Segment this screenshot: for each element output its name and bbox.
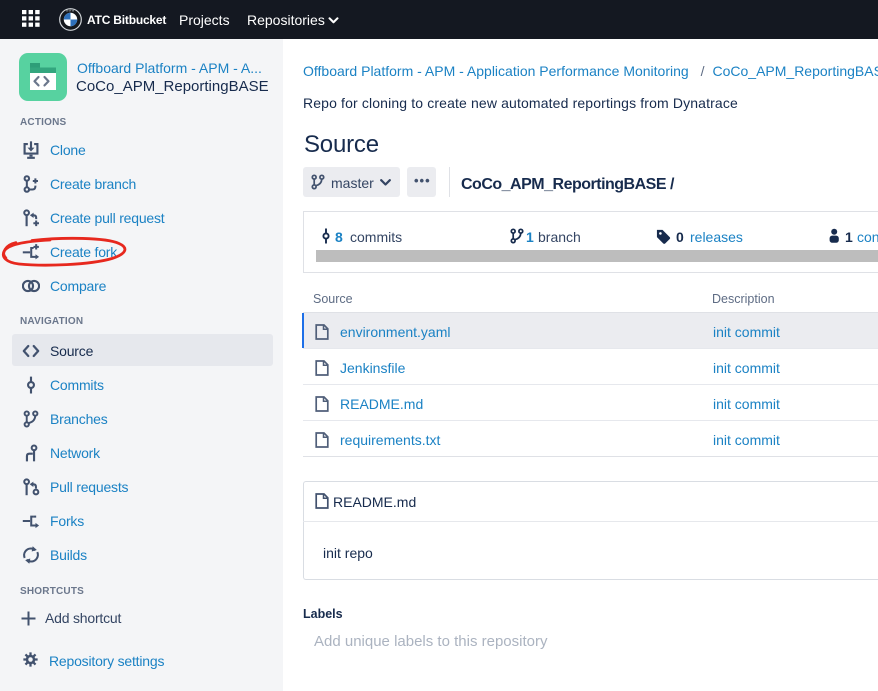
svg-text:BMW: BMW [66, 8, 75, 12]
